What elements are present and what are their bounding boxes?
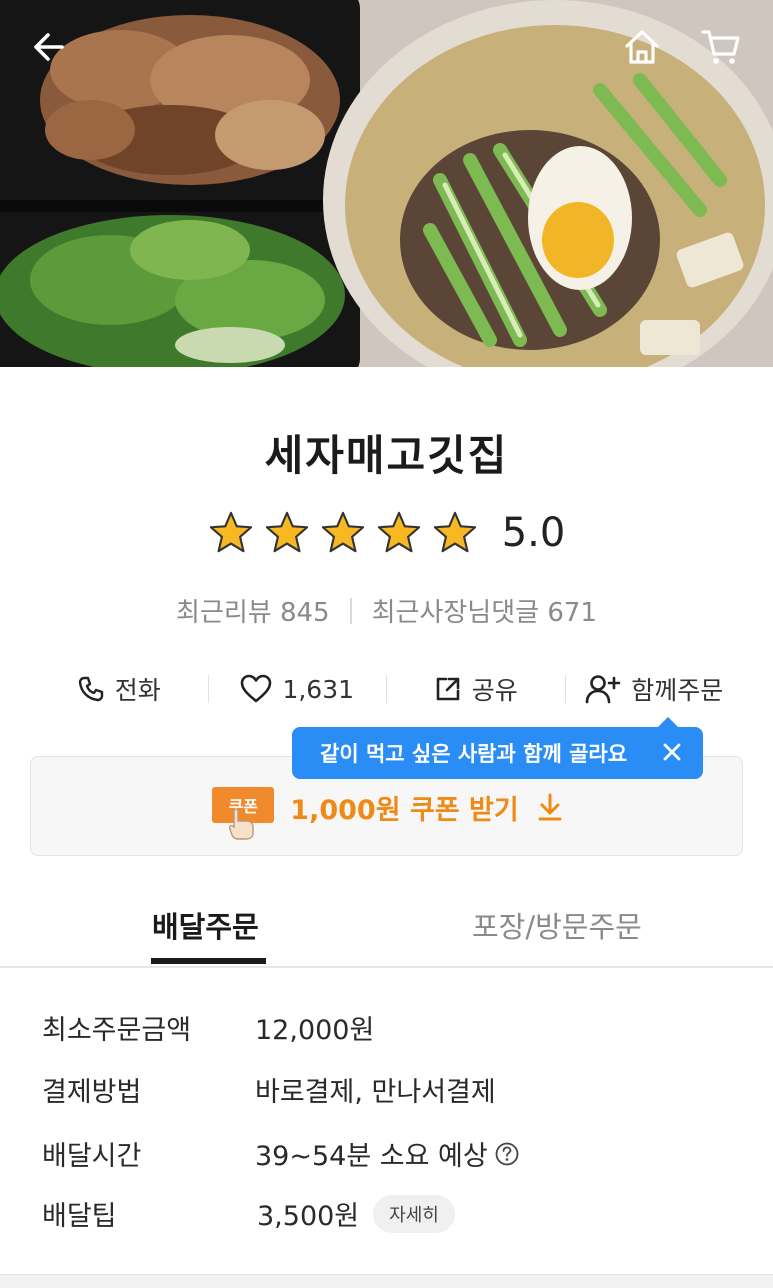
share-icon (436, 677, 460, 701)
home-icon (625, 30, 659, 64)
payment-row: 결제방법 바로결제, 만나서결제 (42, 1070, 742, 1109)
like-button[interactable]: 1,631 (209, 674, 387, 704)
hand-pointer-icon (229, 808, 254, 840)
delivery-time-label: 배달시간 (42, 1141, 142, 1172)
star-icon (209, 511, 252, 553)
like-count: 1,631 (282, 674, 355, 704)
tab-pickup[interactable]: 포장/방문주문 (472, 904, 642, 946)
payment-label: 결제방법 (42, 1077, 142, 1108)
add-person-icon (585, 675, 621, 704)
home-button[interactable] (621, 26, 663, 68)
store-actions: 전화 1,631 공유 함께주문 (30, 664, 743, 714)
tab-delivery[interactable]: 배달주문 (152, 904, 259, 946)
call-label: 전화 (114, 676, 161, 705)
cart-button[interactable] (700, 26, 742, 68)
help-icon[interactable] (494, 1141, 520, 1167)
share-button[interactable]: 공유 (387, 671, 565, 707)
download-icon (538, 793, 562, 821)
arrow-left-icon (34, 33, 64, 61)
star-icon (265, 511, 308, 553)
delivery-tip-label: 배달팁 (42, 1201, 117, 1232)
delivery-tip-value: 3,500원 (257, 1201, 360, 1232)
group-order-tooltip: 같이 먹고 싶은 사람과 함께 골라요 (292, 717, 703, 779)
coupon-content: 쿠폰 1,000원 쿠폰 받기 (31, 787, 744, 840)
delivery-tip-value-wrap: 3,500원 자세히 (255, 1194, 455, 1233)
active-tab-indicator (151, 958, 266, 964)
phone-icon (78, 676, 103, 702)
recent-reviews-link[interactable]: 최근리뷰 845 (176, 592, 330, 629)
delivery-time-value: 39~54분 소요 예상 (255, 1141, 488, 1172)
heart-icon (241, 674, 272, 703)
delivery-tip-detail-button[interactable]: 자세히 (373, 1194, 455, 1233)
owner-replies-link[interactable]: 최근사장님댓글 671 (372, 592, 597, 629)
delivery-time-row: 배달시간 39~54분 소요 예상 (42, 1134, 742, 1173)
min-order-row: 최소주문금액 12,000원 (42, 1008, 742, 1047)
order-type-tabs: 배달주문 포장/방문주문 (0, 884, 773, 968)
rating-value: 5.0 (501, 510, 566, 556)
delivery-tip-row: 배달팁 3,500원 자세히 (42, 1194, 742, 1233)
cart-icon (701, 30, 740, 64)
tooltip-text: 같이 먹고 싶은 사람과 함께 골라요 (320, 742, 628, 766)
group-order-button[interactable]: 함께주문 (566, 671, 744, 707)
star-icon (321, 511, 364, 553)
coupon-badge: 쿠폰 (212, 787, 276, 840)
delivery-time-value-wrap: 39~54분 소요 예상 (255, 1134, 520, 1173)
group-order-label: 함께주문 (631, 676, 724, 705)
store-name: 세자매고깃집 (264, 431, 509, 480)
call-button[interactable]: 전화 (30, 671, 208, 707)
back-button[interactable] (28, 26, 70, 68)
payment-value: 바로결제, 만나서결제 (255, 1077, 496, 1108)
star-icon (433, 511, 476, 553)
star-icon (377, 511, 420, 553)
min-order-value: 12,000원 (255, 1015, 375, 1046)
share-label: 공유 (471, 676, 518, 705)
coupon-text: 1,000원 쿠폰 받기 (290, 794, 519, 826)
rating-row[interactable]: 5.0 (0, 510, 773, 556)
min-order-label: 최소주문금액 (42, 1015, 192, 1046)
close-icon[interactable] (659, 739, 685, 765)
divider (349, 597, 352, 624)
review-counts: 최근리뷰 845 최근사장님댓글 671 (0, 592, 773, 629)
section-divider (0, 1274, 773, 1288)
